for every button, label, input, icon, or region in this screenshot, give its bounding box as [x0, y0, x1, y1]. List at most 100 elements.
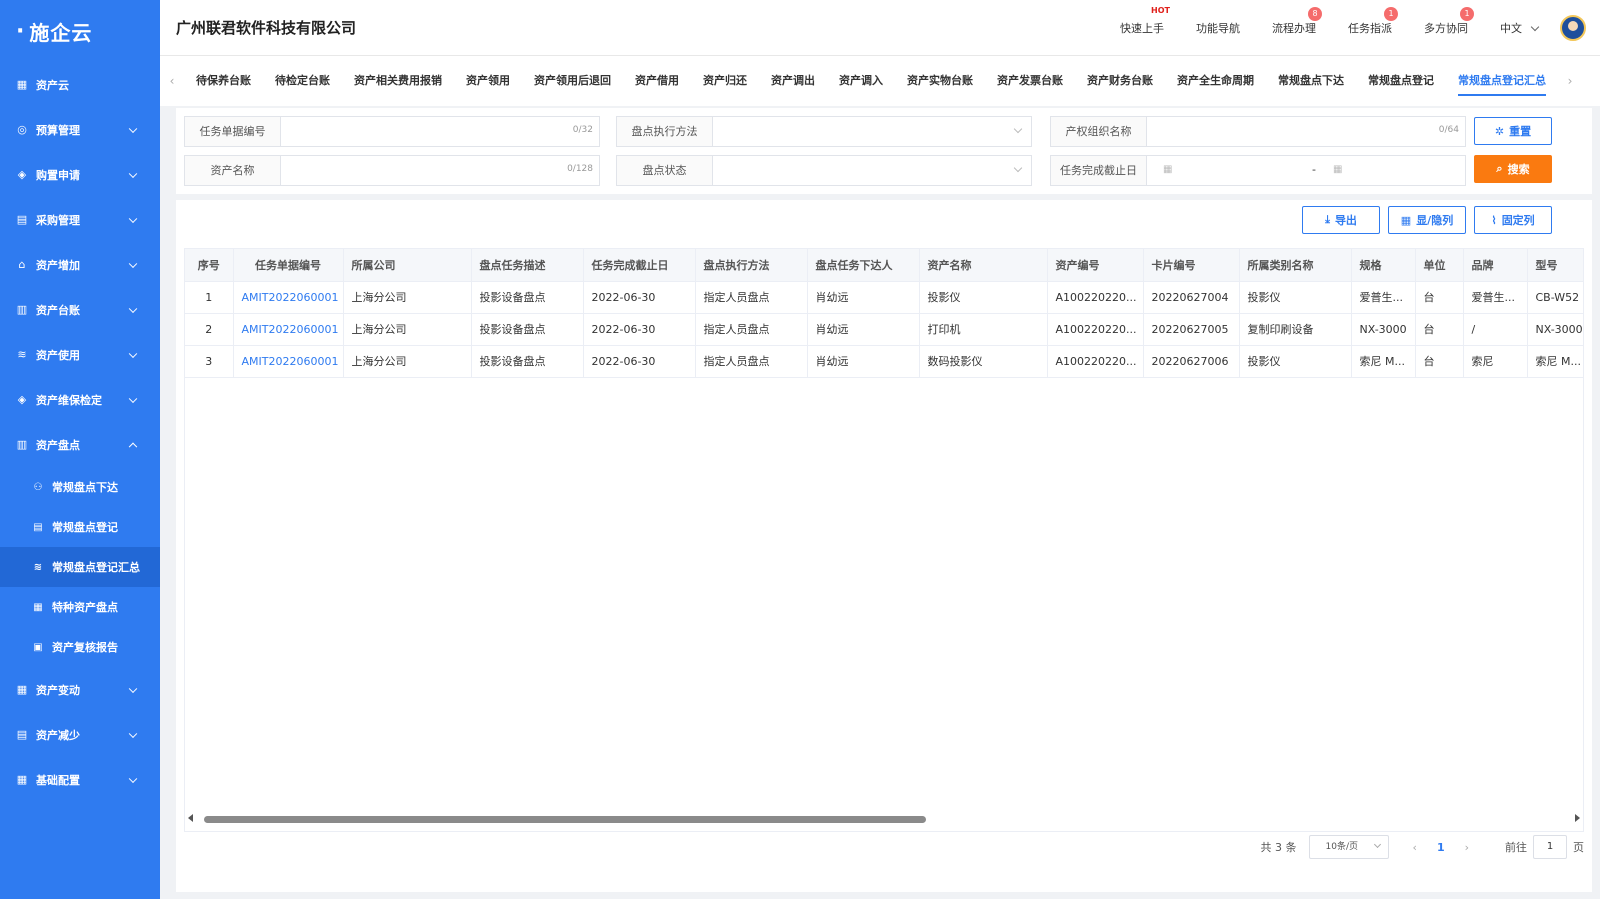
paperclip-icon: ⌇	[1491, 213, 1497, 227]
tab-item[interactable]: 待检定台账	[263, 56, 342, 106]
tab-item[interactable]: 资产实物台账	[895, 56, 985, 106]
column-header[interactable]: 品牌	[1463, 249, 1528, 282]
column-header[interactable]: 序号	[185, 249, 234, 282]
sidebar-item-inventory[interactable]: ▥ 资产盘点	[0, 422, 160, 467]
sidebar-item-maintenance[interactable]: ◈ 资产维保检定	[0, 377, 160, 422]
nav-quick-start[interactable]: 快速上手 HOT	[1120, 6, 1170, 36]
column-header[interactable]: 任务单据编号	[233, 249, 344, 282]
toggle-columns-button[interactable]: ▦ 显/隐列	[1388, 206, 1466, 234]
sidebar-item-asset-use[interactable]: ≋ 资产使用	[0, 332, 160, 377]
tab-item[interactable]: 待保养台账	[184, 56, 263, 106]
layers-icon: ≋	[33, 561, 43, 573]
sidebar-item-base-config[interactable]: ▦ 基础配置	[0, 757, 160, 802]
tab-item[interactable]: 常规盘点下达	[1266, 56, 1356, 106]
tab-item[interactable]: 资产财务台账	[1075, 56, 1165, 106]
horizontal-scrollbar[interactable]	[184, 812, 1584, 826]
sidebar-item-asset-ledger[interactable]: ▥ 资产台账	[0, 287, 160, 332]
sidebar-sub-label: 常规盘点下达	[52, 481, 118, 494]
tab-item[interactable]: 资产相关费用报销	[342, 56, 454, 106]
table-row[interactable]: 1 AMIT2022060001 上海分公司 投影设备盘点 2022-06-30…	[185, 281, 1583, 314]
table-cell: 打印机	[919, 313, 1048, 346]
org-input[interactable]: 0/64	[1147, 117, 1465, 146]
nav-task-assign[interactable]: 任务指派 1	[1348, 7, 1398, 36]
tab-item[interactable]: 资产全生命周期	[1165, 56, 1266, 106]
tab-scroll-right-icon[interactable]: ›	[1558, 74, 1582, 88]
next-page-icon[interactable]: ›	[1465, 841, 1469, 854]
tab-item[interactable]: 资产借用	[623, 56, 691, 106]
method-select[interactable]	[713, 117, 1031, 146]
sidebar-item-purchase-request[interactable]: ◈ 购置申请	[0, 152, 160, 197]
sidebar-item-asset-reduce[interactable]: ▤ 资产减少	[0, 712, 160, 757]
column-header[interactable]: 任务完成截止日	[583, 249, 696, 282]
column-header[interactable]: 资产名称	[919, 249, 1048, 282]
table-cell: 台	[1415, 313, 1464, 346]
column-header[interactable]: 卡片编号	[1143, 249, 1240, 282]
page-number[interactable]: 1	[1437, 841, 1445, 854]
sidebar-item-procurement[interactable]: ▤ 采购管理	[0, 197, 160, 242]
column-header[interactable]: 盘点执行方法	[695, 249, 808, 282]
tab-item[interactable]: 资产发票台账	[985, 56, 1075, 106]
sidebar-sub-review-report[interactable]: ▣ 资产复核报告	[0, 627, 160, 667]
table-cell: 指定人员盘点	[695, 345, 808, 378]
fix-columns-button[interactable]: ⌇ 固定列	[1474, 206, 1552, 234]
button-label: 显/隐列	[1416, 214, 1454, 227]
task-no-link[interactable]: AMIT2022060001	[233, 281, 344, 314]
char-count: 0/64	[1438, 125, 1459, 135]
tab-item[interactable]: 常规盘点登记	[1356, 56, 1446, 106]
sidebar-sub-regular-register[interactable]: ▤ 常规盘点登记	[0, 507, 160, 547]
export-button[interactable]: ⤓ 导出	[1302, 206, 1380, 234]
app-logo[interactable]: · 施企云	[0, 0, 160, 62]
column-header[interactable]: 规格	[1351, 249, 1416, 282]
tab-item[interactable]: 资产领用后退回	[522, 56, 623, 106]
table-row[interactable]: 2 AMIT2022060001 上海分公司 投影设备盘点 2022-06-30…	[185, 313, 1583, 346]
sidebar-sub-regular-issue[interactable]: ⚇ 常规盘点下达	[0, 467, 160, 507]
chevron-down-icon	[128, 169, 138, 178]
column-header[interactable]: 所属类别名称	[1239, 249, 1352, 282]
sidebar-item-asset-change[interactable]: ▦ 资产变动	[0, 667, 160, 712]
task-no-link[interactable]: AMIT2022060001	[233, 345, 344, 378]
asset-name-input[interactable]: 0/128	[281, 156, 599, 185]
tab-item-active[interactable]: 常规盘点登记汇总	[1446, 56, 1558, 106]
tab-item[interactable]: 资产领用	[454, 56, 522, 106]
sidebar-item-budget[interactable]: ◎ 预算管理	[0, 107, 160, 152]
table-row[interactable]: 3 AMIT2022060001 上海分公司 投影设备盘点 2022-06-30…	[185, 345, 1583, 378]
column-header[interactable]: 所属公司	[343, 249, 472, 282]
ledger-icon: ▥	[16, 303, 28, 316]
column-header[interactable]: 盘点任务描述	[471, 249, 584, 282]
sidebar-sub-regular-summary[interactable]: ≋ 常规盘点登记汇总	[0, 547, 160, 587]
scroll-right-arrow-icon[interactable]	[1575, 814, 1580, 822]
nav-process[interactable]: 流程办理 8	[1272, 7, 1322, 36]
scrollbar-thumb[interactable]	[204, 816, 926, 823]
page-size-select[interactable]: 10条/页	[1308, 835, 1389, 859]
goto-page-input[interactable]: 1	[1533, 835, 1567, 859]
column-header[interactable]: 盘点任务下达人	[807, 249, 920, 282]
tab-item[interactable]: 资产调出	[759, 56, 827, 106]
column-header[interactable]: 型号	[1527, 249, 1583, 282]
reset-button[interactable]: ✲ 重置	[1474, 117, 1552, 145]
grid-icon: ▦	[16, 78, 28, 91]
column-header[interactable]: 资产编号	[1047, 249, 1144, 282]
sidebar-item-asset-add[interactable]: ⌂ 资产增加	[0, 242, 160, 287]
nav-collaboration[interactable]: 多方协同 1	[1424, 7, 1474, 36]
status-select[interactable]	[713, 156, 1031, 185]
column-header[interactable]: 单位	[1415, 249, 1464, 282]
search-button[interactable]: ⌕ 搜索	[1474, 155, 1552, 183]
sidebar-item-asset-cloud[interactable]: ▦ 资产云	[0, 62, 160, 107]
task-no-link[interactable]: AMIT2022060001	[233, 313, 344, 346]
tab-item[interactable]: 资产调入	[827, 56, 895, 106]
scroll-left-arrow-icon[interactable]	[188, 814, 193, 822]
avatar[interactable]	[1560, 15, 1586, 41]
chevron-down-icon	[128, 729, 138, 738]
sidebar-sub-special-inventory[interactable]: ▦ 特种资产盘点	[0, 587, 160, 627]
tab-scroll-left-icon[interactable]: ‹	[160, 74, 184, 88]
nav-function-guide[interactable]: 功能导航	[1196, 20, 1240, 36]
tab-item[interactable]: 资产归还	[691, 56, 759, 106]
task-no-input[interactable]: 0/32	[281, 117, 599, 146]
deadline-range[interactable]: ▦ - ▦	[1147, 156, 1465, 185]
prev-page-icon[interactable]: ‹	[1413, 841, 1417, 854]
table-cell: 上海分公司	[343, 281, 472, 314]
sidebar: · 施企云 ▦ 资产云 ◎ 预算管理 ◈ 购置申请 ▤ 采购管理 ⌂ 资产增加 ▥ 资产台账 …	[0, 0, 160, 899]
language-select[interactable]: 中文	[1500, 20, 1540, 36]
goto-label: 前往	[1505, 841, 1527, 854]
grid-icon: ▦	[16, 773, 28, 786]
